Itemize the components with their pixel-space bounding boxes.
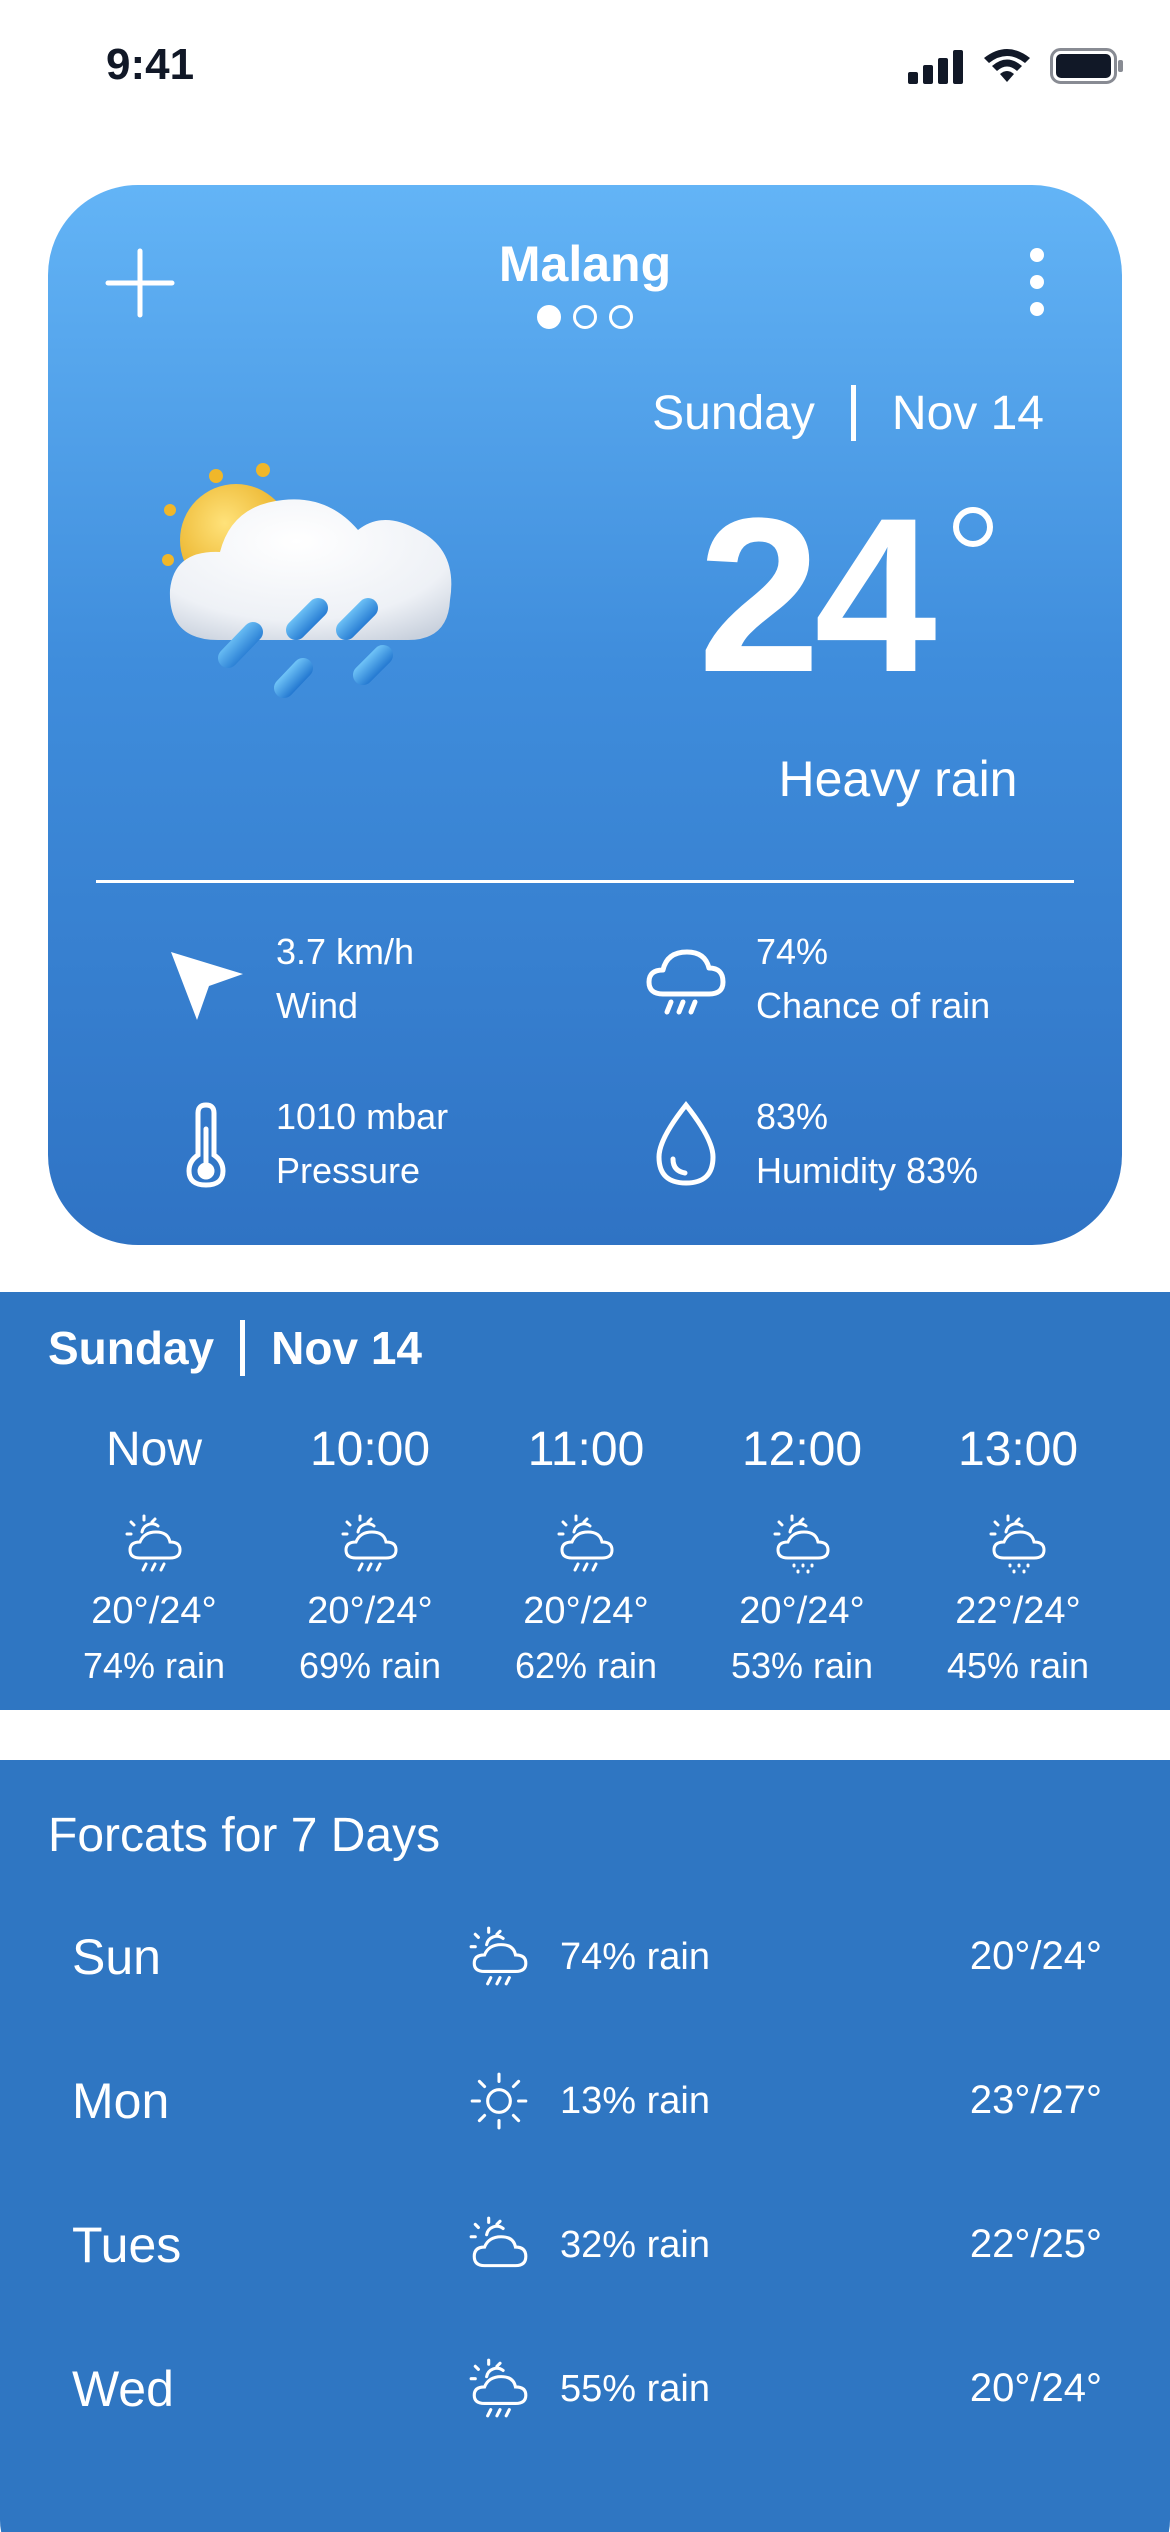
hour-rain: 45% rain [946,1645,1090,1686]
hour-time: 13:00 [957,1423,1079,1476]
hour-rain: 62% rain [514,1645,658,1686]
hour-item[interactable]: 13:00 22°/24° 45% rain [918,1422,1118,1687]
hourly-forecast[interactable]: Sunday Nov 14 Now 20°/24° 74% rain 10:00… [0,1292,1170,1710]
cloud-rain-icon [638,931,734,1027]
hour-temp: 20°/24° [307,1590,433,1632]
forecast-day: Wed [72,2361,174,2417]
sun-cloud-icon [469,2216,528,2268]
sun-cloud-drizzle-icon [989,1514,1046,1574]
sun-cloud-rain-icon [125,1514,182,1572]
sun-cloud-rain-icon [469,1926,528,1986]
battery-icon [1050,48,1123,84]
hour-time: 12:00 [741,1423,863,1476]
status-icons [908,48,1124,84]
hour-temp: 20°/24° [739,1590,865,1632]
forecast-day: Tues [72,2217,182,2273]
humidity-value: 83% [756,1096,829,1137]
pressure-stat: 1010 mbar Pressure [158,1090,448,1198]
card-divider [96,880,1074,883]
wifi-icon [984,49,1030,82]
signal-icon [908,50,963,84]
humidity-stat: 83% Humidity 83% [638,1090,978,1198]
hourly-date-separator [240,1320,246,1376]
rain-chance-label: Chance of rain [756,985,991,1026]
location-name: Malang [498,236,672,292]
hour-time: 11:00 [527,1423,645,1476]
forecast-temp: 20°/24° [969,2366,1102,2410]
pressure-value: 1010 mbar [276,1096,449,1137]
more-options-button[interactable] [1022,247,1052,317]
forecast-title: Forcats for 7 Days [48,1809,441,1862]
forecast-rain: 74% rain [560,1936,710,1978]
sun-cloud-rain-icon [557,1514,614,1572]
sun-cloud-rain-icon [341,1514,398,1572]
sun-cloud-drizzle-icon [773,1514,830,1574]
current-temperature: 24 [698,472,937,718]
water-drop-icon [638,1096,734,1192]
navigation-arrow-icon [158,931,254,1027]
forecast-rain: 55% rain [560,2368,710,2410]
status-bar: 9:41 [0,0,1170,140]
hour-item[interactable]: 10:00 20°/24° 69% rain [270,1422,470,1687]
forecast-row[interactable]: Mon 13% rain 23°/27° [0,2054,1170,2154]
current-condition: Heavy rain [778,751,1018,807]
hour-rain: 53% rain [730,1645,874,1686]
hour-item[interactable]: Now 20°/24° 74% rain [54,1422,254,1687]
degree-symbol [953,507,993,547]
rain-chance-value: 74% [756,931,829,972]
hour-rain: 74% rain [82,1645,226,1686]
hour-temp: 22°/24° [955,1590,1081,1632]
hour-item[interactable]: 11:00 20°/24° 62% rain [486,1422,686,1687]
sun-cloud-rain-icon [469,2358,528,2418]
sun-icon [470,2072,528,2130]
hour-rain: 69% rain [298,1645,442,1686]
more-vertical-icon [1030,248,1044,316]
thermometer-icon [158,1096,254,1192]
date-separator [850,385,856,441]
forecast-row[interactable]: Wed 55% rain 20°/24° [0,2342,1170,2442]
hourly-day: Sunday [48,1322,215,1374]
seven-day-forecast[interactable]: Forcats for 7 Days Sun 74% rain 20°/24° … [0,1760,1170,2532]
forecast-day: Sun [72,1929,161,1985]
current-day: Sunday [652,386,815,440]
forecast-temp: 20°/24° [969,1934,1102,1978]
page-indicator[interactable] [48,305,1122,329]
current-date: Sunday Nov 14 [652,385,1044,441]
forecast-rain: 13% rain [560,2080,710,2122]
hour-temp: 20°/24° [523,1590,649,1632]
wind-label: Wind [276,985,359,1026]
current-weather-card: Malang Sunday Nov 14 24 Heavy rain 3.7 k… [48,185,1122,1245]
current-date-value: Nov 14 [891,386,1044,440]
humidity-label: Humidity 83% [756,1150,979,1191]
hourly-date-value: Nov 14 [271,1322,423,1374]
forecast-rain: 32% rain [560,2224,710,2266]
page-dot-1[interactable] [537,305,561,329]
hour-temp: 20°/24° [91,1590,217,1632]
forecast-temp: 22°/25° [969,2222,1102,2266]
hourly-date: Sunday Nov 14 [48,1320,422,1376]
forecast-temp: 23°/27° [969,2078,1102,2122]
forecast-row[interactable]: Sun 74% rain 20°/24° [0,1910,1170,2010]
pressure-label: Pressure [276,1150,421,1191]
hour-time: 10:00 [309,1423,431,1476]
forecast-row[interactable]: Tues 32% rain 22°/25° [0,2198,1170,2298]
heavy-rain-weather-icon [162,463,452,698]
rain-chance-stat: 74% Chance of rain [638,925,990,1033]
forecast-day: Mon [72,2073,170,2129]
wind-stat: 3.7 km/h Wind [158,925,414,1033]
wind-value: 3.7 km/h [276,931,415,972]
page-dot-2[interactable] [573,305,597,329]
status-time: 9:41 [106,40,195,89]
page-dot-3[interactable] [609,305,633,329]
hour-time: Now [105,1423,203,1476]
hour-item[interactable]: 12:00 20°/24° 53% rain [702,1422,902,1687]
